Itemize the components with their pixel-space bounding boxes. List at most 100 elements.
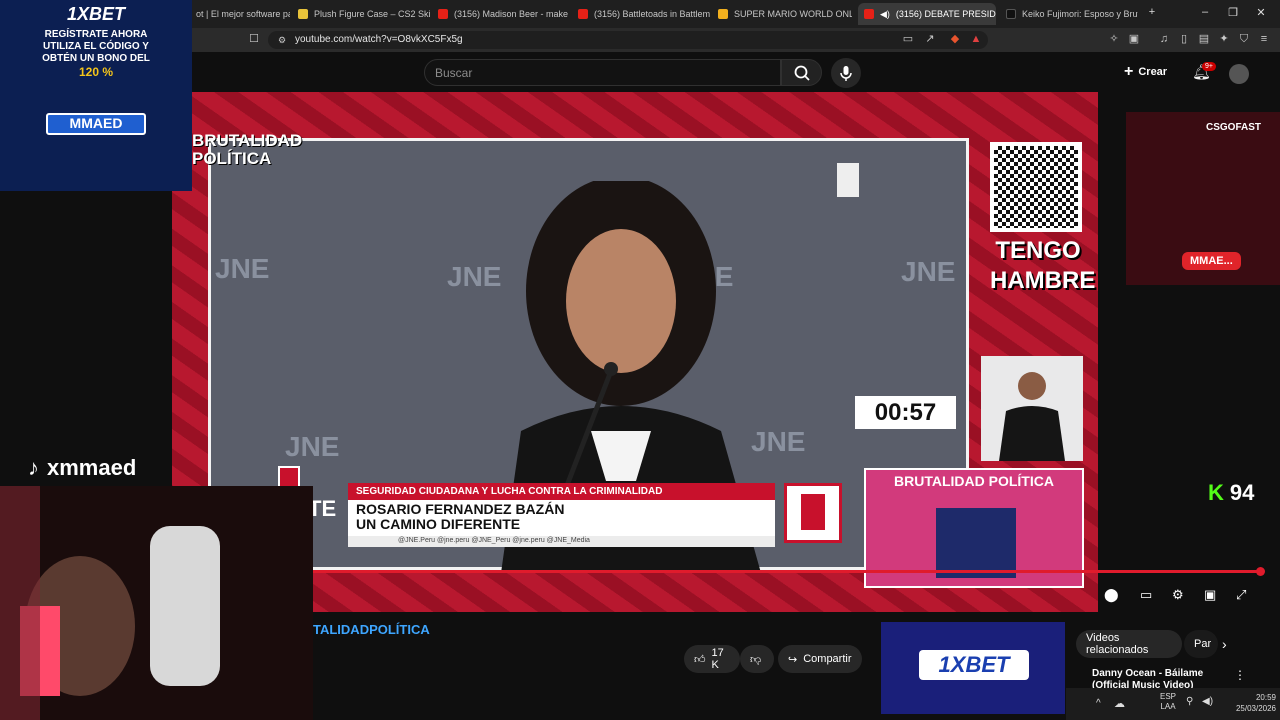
tab-2[interactable]: Plush Figure Case – CS2 Skin C: [292, 3, 430, 25]
time-text: 20:59: [1255, 693, 1276, 702]
chevron-up-icon[interactable]: ^: [1096, 698, 1101, 709]
share-label: Compartir: [803, 653, 852, 665]
create-button[interactable]: + Crear: [1124, 61, 1180, 83]
progress-scrubber[interactable]: [1256, 567, 1265, 576]
clock[interactable]: 20:59 25/03/2026: [1230, 692, 1276, 714]
lower-third-category: SEGURIDAD CIUDADANA Y LUCHA CONTRA LA CR…: [348, 483, 775, 500]
ad-brand: 1XBET: [66, 4, 126, 24]
search-input[interactable]: Buscar: [424, 59, 781, 86]
tab-title: SUPER MARIO WORLD ONLINE: [734, 9, 852, 19]
channel-logo: [278, 466, 300, 488]
brave-shield-icon[interactable]: ◆: [949, 33, 961, 45]
like-button[interactable]: 👍︎ 17 K: [684, 645, 740, 673]
share-button[interactable]: ↪ Compartir: [778, 645, 862, 673]
install-icon[interactable]: ▭: [902, 33, 914, 45]
youtube-icon: [438, 9, 448, 19]
rewards-icon[interactable]: ▲: [970, 33, 982, 45]
channel-name[interactable]: TALIDADPOLÍTICA: [313, 622, 430, 637]
miniplayer-icon[interactable]: ▣: [1204, 587, 1216, 603]
tiktok-icon: ♪: [28, 455, 39, 480]
cloud-icon[interactable]: ☁: [1114, 697, 1125, 710]
language-indicator[interactable]: ESP LAA: [1160, 692, 1176, 712]
site-info-icon[interactable]: ⚙: [276, 34, 288, 46]
sidebar-icon[interactable]: ▯: [1178, 33, 1190, 45]
menu-icon[interactable]: ≡: [1258, 33, 1270, 45]
qr-caption: TENGO HAMBRE: [990, 237, 1096, 294]
recommended-video-title[interactable]: Danny Ocean - Báilame (Official Music Vi…: [1092, 668, 1232, 688]
tab-5[interactable]: SUPER MARIO WORLD ONLINE: [712, 3, 852, 25]
pip-brand-text: BRUTALIDAD POLÍTICA: [894, 473, 1054, 489]
url-bar[interactable]: youtube.com/watch?v=O8vkXC5Fx5g: [268, 31, 988, 49]
maximize-button[interactable]: ❐: [1226, 6, 1240, 19]
voice-search-button[interactable]: [831, 58, 861, 88]
kick-viewer-count: K 94: [1208, 480, 1254, 506]
tab-7[interactable]: Keiko Fujimori: Esposo y Brutal: [1000, 3, 1138, 25]
mic-tray-icon[interactable]: ⚲: [1186, 696, 1193, 707]
party-emblem-icon: [801, 494, 825, 530]
handle-text: xmmaed: [47, 455, 137, 480]
lower-third-name: ROSARIO FERNANDEZ BAZÁN UN CAMINO DIFERE…: [348, 500, 775, 536]
media-icon[interactable]: ♫: [1158, 33, 1170, 45]
progress-bar[interactable]: [313, 570, 1263, 573]
ad-tag: MMAE...: [1182, 252, 1241, 270]
party-name: UN CAMINO DIFERENTE: [356, 516, 521, 532]
lang-text: ESP: [1160, 692, 1177, 701]
search-icon: [794, 65, 810, 81]
bookmark-icon[interactable]: ☐: [248, 33, 260, 45]
settings-icon[interactable]: ⚙: [1172, 587, 1184, 603]
chevron-right-icon[interactable]: ›: [1222, 636, 1227, 652]
autoplay-toggle[interactable]: ⬤: [1104, 587, 1119, 603]
minimize-button[interactable]: –: [1198, 6, 1212, 18]
youtube-icon: [578, 9, 588, 19]
webcam-scene: [0, 486, 220, 720]
viewer-count: 94: [1229, 480, 1255, 505]
tab-3[interactable]: (3156) Madison Beer - make yo: [432, 3, 570, 25]
screenshot-icon[interactable]: ▣: [1128, 33, 1140, 45]
tab-title: ot | El mejor software pa: [196, 9, 290, 19]
search-button[interactable]: [781, 59, 822, 86]
ad-brand: 1XBET: [919, 650, 1029, 680]
camera-marker: [837, 163, 859, 197]
tab-4[interactable]: (3156) Battletoads in Battlema: [572, 3, 710, 25]
wallet-icon[interactable]: ▤: [1198, 33, 1210, 45]
yape-qr-code[interactable]: [990, 142, 1082, 232]
new-tab-button[interactable]: +: [1145, 6, 1159, 18]
extensions-icon[interactable]: ✧: [1108, 33, 1120, 45]
share-page-icon[interactable]: ↗: [924, 33, 936, 45]
create-label: Crear: [1138, 66, 1168, 78]
ad-banner-bottom[interactable]: 1XBET: [881, 622, 1065, 714]
tab-1[interactable]: ot | El mejor software pa: [190, 3, 290, 25]
system-tray: ^ ☁ ESP LAA ⚲ ◀) 20:59 25/03/2026: [1066, 688, 1280, 720]
avatar[interactable]: [1229, 64, 1249, 84]
more-options-icon[interactable]: ⋮: [1234, 668, 1246, 682]
subtitles-icon[interactable]: ▭: [1140, 587, 1152, 603]
thumbs-down-icon: 👎︎: [750, 653, 762, 666]
notification-badge: 9+: [1202, 62, 1216, 71]
leo-icon[interactable]: ✦: [1218, 33, 1230, 45]
tab-active[interactable]: ◀)(3156) DEBATE PRESIDE✕: [858, 3, 996, 25]
ad-promo-code: MMAED: [46, 113, 146, 135]
tab-title: (3156) Madison Beer - make yo: [454, 9, 570, 19]
ad-brand: CSGOFAST: [1206, 122, 1262, 133]
close-window-button[interactable]: ✕: [1254, 6, 1268, 19]
search-placeholder: Buscar: [435, 66, 473, 80]
date-text: 25/03/2026: [1235, 704, 1276, 713]
streamer-figure: [936, 508, 1016, 578]
fullscreen-icon[interactable]: ⤢: [1236, 587, 1246, 603]
ad-banner-right[interactable]: CSGOFAST MMAE...: [1126, 112, 1280, 285]
tab-title: (3156) DEBATE PRESIDE: [895, 9, 996, 19]
tab-title: Keiko Fujimori: Esposo y Brutal: [1022, 9, 1138, 19]
vpn-icon[interactable]: ⛉: [1238, 33, 1250, 45]
plus-icon: +: [1124, 63, 1134, 80]
tiktok-handle: ♪ xmmaed: [28, 452, 198, 484]
jne-logo-text: JNE: [901, 256, 956, 287]
volume-icon[interactable]: ◀): [1202, 696, 1213, 707]
lower-third-social: @JNE.Peru @jne.peru @JNE_Peru @jne.peru …: [348, 536, 775, 547]
jne-logo-text: JNE: [215, 253, 270, 284]
chip-related[interactable]: Videos relacionados: [1076, 630, 1182, 658]
chip-2[interactable]: Par: [1184, 630, 1218, 658]
ad-percent: 120 %: [78, 65, 114, 79]
ad-banner-top[interactable]: 1XBET REGÍSTRATE AHORA UTILIZA EL CÓDIGO…: [0, 0, 192, 191]
url-text: youtube.com/watch?v=O8vkXC5Fx5g: [295, 34, 463, 45]
dislike-button[interactable]: 👎︎: [740, 645, 774, 673]
